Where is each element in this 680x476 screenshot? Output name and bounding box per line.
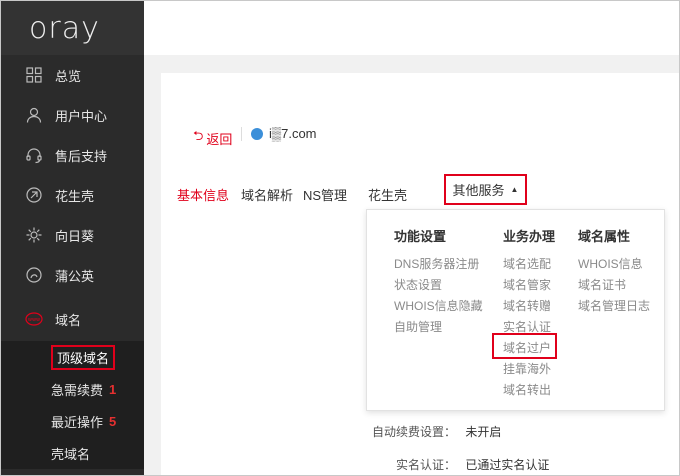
sidebar-item-domain[interactable]: www 域名 bbox=[1, 299, 144, 339]
column-title: 功能设置 bbox=[394, 229, 447, 244]
tab-basic-info[interactable]: 基本信息 bbox=[177, 185, 229, 204]
sidebar-sub-item-top-domain[interactable]: 顶级域名 bbox=[1, 341, 144, 373]
caret-up-icon: ▲ bbox=[510, 185, 519, 194]
menu-item[interactable]: WHOIS信息 bbox=[578, 255, 643, 272]
www-icon: www bbox=[25, 310, 43, 328]
sidebar-sub-item-label: 壳域名 bbox=[51, 446, 91, 462]
menu-item[interactable]: 域名管理日志 bbox=[578, 297, 650, 314]
column-title: 业务办理 bbox=[503, 229, 556, 244]
count-badge: 5 bbox=[109, 413, 117, 429]
globe-icon bbox=[251, 127, 263, 140]
menu-item[interactable]: DNS服务器注册 bbox=[394, 255, 479, 272]
menu-item[interactable]: 域名转赠 bbox=[503, 297, 551, 314]
realname-row: 实名认证： 已通过实名认证 bbox=[396, 456, 549, 473]
tab-other-services[interactable]: 其他服务 ▲ bbox=[444, 174, 527, 205]
sidebar-item-sunflower[interactable]: 向日葵 bbox=[1, 215, 144, 255]
menu-item[interactable]: 挂靠海外 bbox=[503, 360, 551, 377]
user-icon bbox=[25, 106, 43, 124]
sidebar-item-label: 向日葵 bbox=[55, 228, 95, 244]
sidebar-item-user-center[interactable]: 用户中心 bbox=[1, 95, 144, 135]
count-badge: 1 bbox=[109, 381, 117, 397]
auto-renew-label: 自动续费设置： bbox=[372, 425, 457, 439]
sidebar-sub-item-label: 最近操作 bbox=[51, 414, 104, 430]
highlight-box bbox=[492, 333, 557, 359]
svg-text:www: www bbox=[28, 317, 40, 323]
auto-renew-value: 未开启 bbox=[465, 425, 502, 439]
sidebar-item-support[interactable]: 售后支持 bbox=[1, 135, 144, 175]
sidebar: oray 总览 用户中心 售后支持 花生壳 向日葵 蒲公英 www 域名 顶级域… bbox=[1, 1, 144, 475]
sidebar-item-label: 花生壳 bbox=[55, 188, 95, 204]
sidebar-sub-item-recent-ops[interactable]: 最近操作 5 bbox=[1, 405, 144, 437]
sidebar-sub-item-urgent-renew[interactable]: 急需续费 1 bbox=[1, 373, 144, 405]
peanut-icon bbox=[25, 186, 43, 204]
sidebar-item-label: 域名 bbox=[55, 312, 82, 328]
sidebar-item-label: 总览 bbox=[55, 68, 82, 84]
tab-label: 其他服务 bbox=[452, 183, 505, 198]
realname-label: 实名认证： bbox=[396, 458, 457, 472]
sidebar-sub-item-label: 顶级域名 bbox=[51, 344, 116, 370]
sidebar-sub-item-label: 急需续费 bbox=[51, 382, 104, 398]
tab-peanut[interactable]: 花生壳 bbox=[368, 185, 407, 204]
menu-item[interactable]: 域名转出 bbox=[503, 381, 551, 398]
support-icon bbox=[25, 146, 43, 164]
realname-value: 已通过实名认证 bbox=[465, 458, 550, 472]
sidebar-item-label: 售后支持 bbox=[55, 148, 108, 164]
tab-dns[interactable]: 域名解析 bbox=[241, 185, 293, 204]
top-bar bbox=[144, 1, 679, 55]
window: oray 总览 用户中心 售后支持 花生壳 向日葵 蒲公英 www 域名 顶级域… bbox=[0, 0, 680, 476]
sidebar-item-overview[interactable]: 总览 bbox=[1, 55, 144, 95]
grid-icon bbox=[25, 66, 43, 84]
menu-item[interactable]: WHOIS信息隐藏 bbox=[394, 297, 483, 314]
oray-logo: oray bbox=[1, 1, 144, 55]
back-link[interactable]: ⮌ 返回 bbox=[193, 127, 232, 149]
back-label: 返回 bbox=[206, 131, 233, 147]
column-title: 域名属性 bbox=[578, 229, 631, 244]
back-arrow-icon: ⮌ bbox=[193, 128, 204, 143]
sidebar-item-peanut[interactable]: 花生壳 bbox=[1, 175, 144, 215]
menu-item[interactable]: 域名证书 bbox=[578, 276, 626, 293]
domain-text: i▒7.com bbox=[269, 126, 317, 141]
sidebar-item-label: 蒲公英 bbox=[55, 268, 95, 284]
sidebar-item-label: 用户中心 bbox=[55, 108, 108, 124]
menu-item[interactable]: 域名选配 bbox=[503, 255, 551, 272]
menu-item[interactable]: 状态设置 bbox=[394, 276, 442, 293]
domain-name: i▒7.com bbox=[251, 126, 317, 141]
tab-ns[interactable]: NS管理 bbox=[303, 185, 347, 204]
sidebar-sub-item-shell-domain[interactable]: 壳域名 bbox=[1, 437, 144, 469]
menu-item[interactable]: 自助管理 bbox=[394, 318, 442, 335]
other-services-dropdown: 功能设置 DNS服务器注册 状态设置 WHOIS信息隐藏 自助管理 业务办理 域… bbox=[366, 209, 665, 411]
divider bbox=[241, 127, 242, 141]
menu-item[interactable]: 域名管家 bbox=[503, 276, 551, 293]
dandelion-icon bbox=[25, 266, 43, 284]
auto-renew-row: 自动续费设置： 未开启 bbox=[372, 423, 501, 440]
sunflower-icon bbox=[25, 226, 43, 244]
sidebar-item-dandelion[interactable]: 蒲公英 bbox=[1, 255, 144, 295]
